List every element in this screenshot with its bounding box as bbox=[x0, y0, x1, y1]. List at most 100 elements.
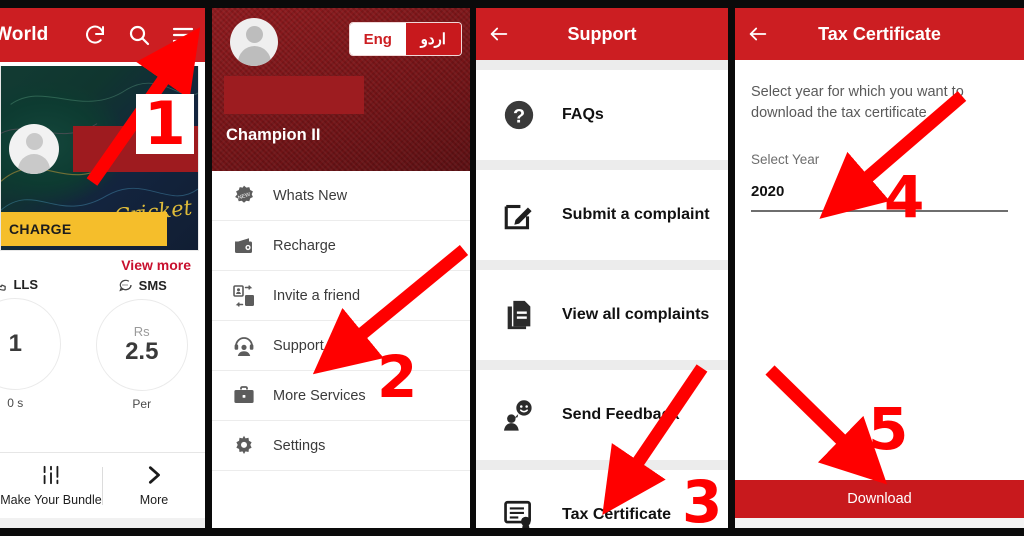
drawer-item-settings[interactable]: Settings bbox=[212, 421, 470, 471]
annotation-step-1: 1 bbox=[136, 94, 194, 154]
view-more-link[interactable]: View more bbox=[121, 257, 191, 273]
recharge-button[interactable]: CHARGE bbox=[1, 212, 167, 246]
avatar[interactable] bbox=[230, 18, 278, 66]
annotation-step-5: 5 bbox=[868, 395, 909, 463]
bottom-nav-make-your-bundle[interactable]: Make Your Bundle bbox=[0, 464, 102, 507]
support-page-title: Support bbox=[567, 23, 637, 44]
dial-calls-head: LLS bbox=[0, 277, 38, 292]
drawer-item-settings-label: Settings bbox=[273, 437, 326, 454]
support-item-view-all-complaints[interactable]: View all complaints bbox=[476, 270, 728, 360]
briefcase-icon bbox=[234, 385, 254, 403]
home-bottom-bar bbox=[0, 518, 205, 528]
wallet-icon bbox=[235, 237, 252, 253]
certificate-icon bbox=[504, 500, 531, 528]
hamburger-menu-icon[interactable] bbox=[171, 23, 195, 47]
balance-dials: LLS 1 0 s SMS Rs 2.5 Per bbox=[0, 275, 205, 425]
gear-icon bbox=[236, 435, 252, 454]
support-item-submit-a-complaint[interactable]: Submit a complaint bbox=[476, 170, 728, 260]
new-badge-icon: NEW bbox=[235, 185, 253, 203]
bottom-nav-make-your-bundle-label: Make Your Bundle bbox=[0, 493, 102, 507]
person-speech-bubble-icon bbox=[503, 400, 532, 431]
back-arrow-icon[interactable] bbox=[747, 23, 769, 45]
panel-gutter-3 bbox=[728, 0, 735, 536]
chevron-right-icon bbox=[148, 466, 160, 484]
support-item-send-feedback-label: Send Feedback bbox=[562, 406, 680, 423]
home-bottom-nav: Make Your Bundle More bbox=[0, 452, 205, 518]
drawer-item-whats-new-label: Whats New bbox=[273, 187, 348, 204]
drawer-item-whats-new[interactable]: NEW Whats New bbox=[212, 171, 470, 221]
panel-navigation-drawer: Eng اردو Champion II NEW Whats New Recha… bbox=[212, 8, 470, 528]
support-divider-strip bbox=[476, 160, 728, 170]
panel-support-screen: Support ? FAQs Submit a complaint View a… bbox=[476, 8, 728, 528]
app-bar-icons bbox=[83, 23, 195, 47]
dial-sms[interactable]: SMS Rs 2.5 Per bbox=[79, 277, 206, 425]
phone-icon bbox=[0, 281, 7, 291]
drawer-item-support-label: Support bbox=[273, 337, 324, 354]
support-divider-strip bbox=[476, 260, 728, 270]
redacted-username-bar bbox=[224, 76, 364, 114]
question-mark-circle-icon: ? bbox=[504, 100, 534, 130]
back-arrow-icon[interactable] bbox=[488, 23, 510, 45]
drawer-item-more-services-label: More Services bbox=[273, 387, 366, 404]
dial-calls-sub: 0 s bbox=[7, 396, 24, 410]
drawer-item-support[interactable]: Support bbox=[212, 321, 470, 371]
support-item-faqs-label: FAQs bbox=[562, 106, 604, 123]
dial-calls[interactable]: LLS 1 0 s bbox=[0, 277, 79, 425]
select-year-underline bbox=[751, 210, 1008, 213]
home-app-bar: World bbox=[0, 8, 205, 62]
annotation-step-3: 3 bbox=[682, 468, 723, 536]
tax-form-body: Select year for which you want to downlo… bbox=[735, 60, 1024, 213]
headset-support-icon bbox=[234, 336, 254, 356]
drawer-item-recharge-label: Recharge bbox=[273, 237, 336, 254]
dial-sms-head: SMS bbox=[117, 277, 167, 293]
dial-sms-value: 2.5 bbox=[125, 337, 159, 365]
panel-home-screen: World CHARGE View more LLS 1 0 s SMS Rs … bbox=[0, 8, 205, 528]
support-item-tax-certificate-label: Tax Certificate bbox=[562, 506, 672, 523]
dial-calls-label: LLS bbox=[13, 277, 39, 292]
tax-app-bar: Tax Certificate bbox=[735, 8, 1024, 60]
dial-sms-circle: Rs 2.5 bbox=[95, 299, 188, 391]
tax-page-title: Tax Certificate bbox=[818, 23, 941, 44]
support-divider-strip bbox=[476, 360, 728, 370]
panel-gutter-1 bbox=[205, 0, 212, 536]
support-item-view-all-complaints-label: View all complaints bbox=[562, 306, 710, 323]
banner-avatar bbox=[9, 124, 59, 174]
support-item-send-feedback[interactable]: Send Feedback bbox=[476, 370, 728, 460]
tax-description: Select year for which you want to downlo… bbox=[751, 84, 964, 122]
sms-bubble-icon bbox=[118, 279, 132, 292]
language-toggle[interactable]: Eng اردو bbox=[349, 22, 462, 56]
support-item-submit-a-complaint-label: Submit a complaint bbox=[562, 206, 710, 223]
language-option-urdu[interactable]: اردو bbox=[405, 23, 461, 55]
search-icon[interactable] bbox=[127, 23, 151, 47]
drawer-item-more-services[interactable]: More Services bbox=[212, 371, 470, 421]
sliders-icon bbox=[43, 465, 59, 485]
plan-name: Champion II bbox=[226, 126, 321, 144]
refresh-icon[interactable] bbox=[83, 23, 107, 47]
select-year-label: Select Year bbox=[751, 152, 820, 168]
panel-gutter-2 bbox=[470, 0, 476, 536]
bottom-nav-more-label: More bbox=[139, 493, 169, 507]
app-title: World bbox=[0, 24, 49, 45]
dial-calls-value: 1 bbox=[8, 330, 22, 358]
svg-text:?: ? bbox=[513, 106, 525, 128]
support-divider-strip bbox=[476, 60, 728, 70]
drawer-header: Eng اردو Champion II bbox=[212, 8, 470, 171]
dial-sms-label: SMS bbox=[138, 277, 167, 293]
screenshot-stage: World CHARGE View more LLS 1 0 s SMS Rs … bbox=[0, 0, 1024, 536]
support-app-bar: Support bbox=[476, 8, 728, 60]
select-year-dropdown[interactable]: 2020 bbox=[751, 183, 1008, 200]
download-button[interactable]: Download bbox=[735, 480, 1024, 518]
drawer-item-invite-a-friend-label: Invite a friend bbox=[273, 287, 361, 304]
dial-sms-sub: Per bbox=[132, 397, 152, 411]
dial-calls-circle: 1 bbox=[0, 298, 62, 390]
tax-bottom-bar bbox=[735, 518, 1024, 528]
edit-pencil-square-icon bbox=[504, 204, 532, 230]
view-more-row: View more bbox=[0, 251, 205, 275]
drawer-item-invite-a-friend[interactable]: Invite a friend bbox=[212, 271, 470, 321]
drawer-item-recharge[interactable]: Recharge bbox=[212, 221, 470, 271]
language-option-english[interactable]: Eng bbox=[350, 23, 406, 55]
annotation-step-2: 2 bbox=[377, 343, 418, 411]
support-item-faqs[interactable]: ? FAQs bbox=[476, 70, 728, 160]
documents-stack-icon bbox=[507, 300, 531, 330]
bottom-nav-more[interactable]: More bbox=[103, 464, 205, 507]
